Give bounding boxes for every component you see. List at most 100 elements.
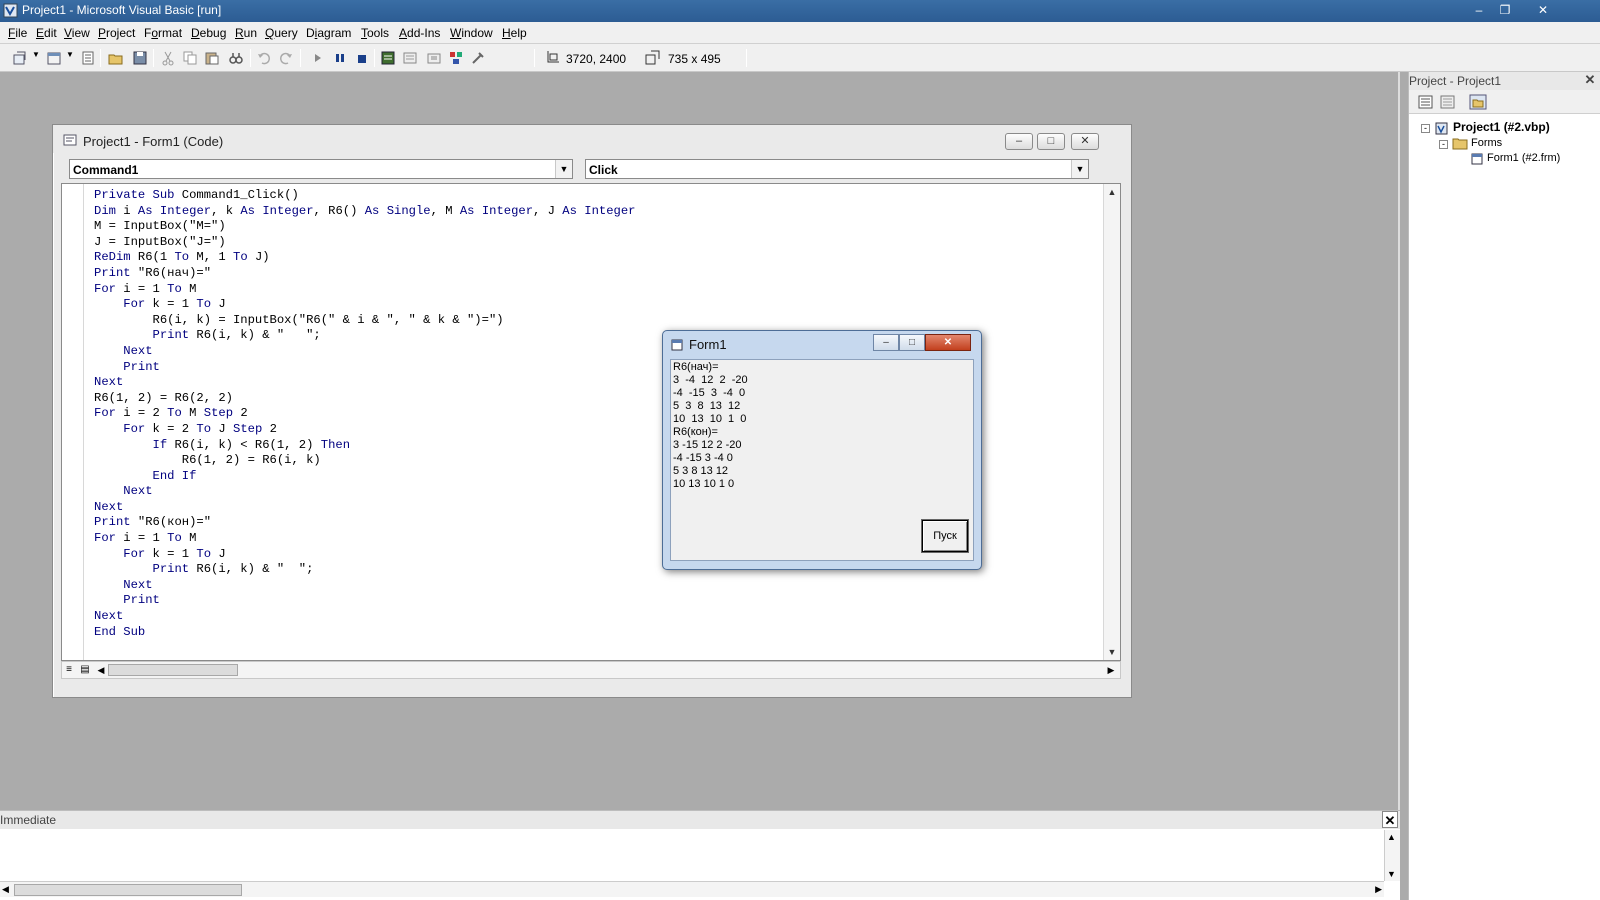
menu-run[interactable]: Run (235, 26, 257, 40)
code-line[interactable]: Next (94, 578, 635, 594)
add-project-icon[interactable] (12, 50, 28, 66)
tree-forms-node[interactable]: Forms (1471, 137, 1502, 149)
add-form-icon[interactable] (46, 50, 62, 66)
chevron-down-icon[interactable]: ▼ (1071, 160, 1088, 178)
scroll-left-icon[interactable]: ◀ (94, 663, 108, 677)
code-line[interactable]: End Sub (94, 625, 635, 641)
immediate-window[interactable]: Immediate ✕ ▲ ▼ ◀ ▶ (0, 810, 1400, 900)
scroll-down-icon[interactable]: ▼ (1104, 644, 1120, 660)
vertical-scrollbar[interactable]: ▲ ▼ (1384, 830, 1400, 881)
collapse-icon[interactable]: - (1421, 124, 1430, 133)
save-icon[interactable] (132, 50, 148, 66)
procedure-combo[interactable]: Click ▼ (585, 159, 1089, 179)
cut-icon[interactable] (160, 50, 176, 66)
code-line[interactable]: For k = 1 To J (94, 297, 635, 313)
menu-format[interactable]: Format (144, 26, 182, 40)
tree-project-node[interactable]: Project1 (#2.vbp) (1453, 120, 1550, 134)
toolbox-icon[interactable] (470, 50, 486, 66)
code-line[interactable]: For i = 1 To M (94, 282, 635, 298)
menu-view[interactable]: View (64, 26, 90, 40)
code-line[interactable]: ReDim R6(1 To M, 1 To J) (94, 250, 635, 266)
code-text[interactable]: Private Sub Command1_Click() Dim i As Int… (94, 188, 635, 640)
full-module-view-icon[interactable]: ▤ (78, 663, 92, 677)
menu-tools[interactable]: Tools (361, 26, 389, 40)
code-line[interactable]: J = InputBox("J=") (94, 235, 635, 251)
minimize-icon[interactable]: – (1005, 133, 1033, 150)
redo-icon[interactable] (278, 50, 294, 66)
code-line[interactable]: Dim i As Integer, k As Integer, R6() As … (94, 204, 635, 220)
object-browser-icon[interactable] (448, 50, 464, 66)
open-project-icon[interactable] (108, 50, 124, 66)
close-icon[interactable]: ✕ (1528, 2, 1558, 18)
find-icon[interactable] (228, 50, 244, 66)
object-combo[interactable]: Command1 ▼ (69, 159, 573, 179)
scroll-right-icon[interactable]: ▶ (1104, 663, 1118, 677)
project-explorer-icon[interactable] (380, 50, 396, 66)
scroll-thumb[interactable] (14, 884, 242, 896)
code-line[interactable]: Next (94, 609, 635, 625)
code-line[interactable]: R6(1, 2) = R6(2, 2) (94, 391, 635, 407)
code-window-titlebar[interactable]: Project1 - Form1 (Code) – □ ✕ (53, 125, 1131, 153)
form1-window[interactable]: Form1 – □ ✕ R6(нач)= 3 -4 12 2 -20 -4 -15 … (662, 330, 982, 570)
properties-window-icon[interactable] (402, 50, 418, 66)
code-line[interactable]: R6(i, k) = InputBox("R6(" & i & ", " & k… (94, 313, 635, 329)
menu-query[interactable]: Query (265, 26, 298, 40)
dropdown-arrow-icon[interactable]: ▼ (32, 50, 40, 59)
scroll-right-icon[interactable]: ▶ (1375, 884, 1382, 895)
scroll-up-icon[interactable]: ▲ (1387, 832, 1396, 842)
menu-edit[interactable]: Edit (36, 26, 57, 40)
maximize-icon[interactable]: □ (899, 334, 925, 351)
vertical-scrollbar[interactable]: ▲ ▼ (1103, 184, 1120, 660)
code-line[interactable]: For k = 1 To J (94, 547, 635, 563)
chevron-down-icon[interactable]: ▼ (555, 160, 572, 178)
close-icon[interactable]: ✕ (1382, 811, 1398, 828)
code-line[interactable]: Next (94, 500, 635, 516)
minimize-icon[interactable]: – (873, 334, 899, 351)
close-icon[interactable]: ✕ (1582, 72, 1598, 88)
scroll-thumb[interactable] (108, 664, 238, 676)
menu-help[interactable]: Help (502, 26, 527, 40)
start-icon[interactable] (310, 50, 326, 66)
maximize-icon[interactable]: □ (1037, 133, 1065, 150)
code-line[interactable]: For k = 2 To J Step 2 (94, 422, 635, 438)
code-line[interactable]: Print "R6(нач)=" (94, 266, 635, 282)
close-icon[interactable]: ✕ (1071, 133, 1099, 150)
close-icon[interactable]: ✕ (925, 334, 971, 351)
scroll-left-icon[interactable]: ◀ (2, 884, 9, 895)
code-line[interactable]: Next (94, 344, 635, 360)
horizontal-scrollbar[interactable]: ≡ ▤ ◀ ▶ (61, 661, 1121, 679)
code-line[interactable]: Print (94, 593, 635, 609)
view-object-icon[interactable] (1439, 94, 1457, 110)
code-line[interactable]: Print R6(i, k) & " "; (94, 328, 635, 344)
minimize-icon[interactable]: – (1466, 2, 1492, 18)
collapse-icon[interactable]: - (1439, 140, 1448, 149)
code-line[interactable]: Private Sub Command1_Click() (94, 188, 635, 204)
undo-icon[interactable] (256, 50, 272, 66)
code-line[interactable]: End If (94, 469, 635, 485)
code-line[interactable]: Next (94, 484, 635, 500)
procedure-view-icon[interactable]: ≡ (62, 663, 76, 677)
pusk-button[interactable]: Пуск (922, 520, 968, 552)
menu-addins[interactable]: Add-Ins (399, 26, 440, 40)
code-line[interactable]: If R6(i, k) < R6(1, 2) Then (94, 438, 635, 454)
code-line[interactable]: Print "R6(кон)=" (94, 515, 635, 531)
menu-project[interactable]: Project (98, 26, 135, 40)
code-line[interactable]: M = InputBox("M=") (94, 219, 635, 235)
restore-icon[interactable]: ❐ (1492, 2, 1518, 18)
toggle-folders-icon[interactable] (1469, 94, 1487, 110)
end-icon[interactable] (354, 50, 370, 66)
menu-editor-icon[interactable] (80, 50, 96, 66)
scroll-down-icon[interactable]: ▼ (1387, 869, 1396, 879)
tree-form1-node[interactable]: Form1 (#2.frm) (1487, 152, 1560, 164)
horizontal-scrollbar[interactable]: ◀ ▶ (0, 881, 1384, 897)
code-line[interactable]: For i = 2 To M Step 2 (94, 406, 635, 422)
form-layout-icon[interactable] (426, 50, 442, 66)
copy-icon[interactable] (182, 50, 198, 66)
code-line[interactable]: R6(1, 2) = R6(i, k) (94, 453, 635, 469)
paste-icon[interactable] (204, 50, 220, 66)
scroll-up-icon[interactable]: ▲ (1104, 184, 1120, 200)
menu-debug[interactable]: Debug (191, 26, 226, 40)
code-line[interactable]: Print R6(i, k) & " "; (94, 562, 635, 578)
menu-window[interactable]: Window (450, 26, 493, 40)
menu-diagram[interactable]: Diagram (306, 26, 351, 40)
